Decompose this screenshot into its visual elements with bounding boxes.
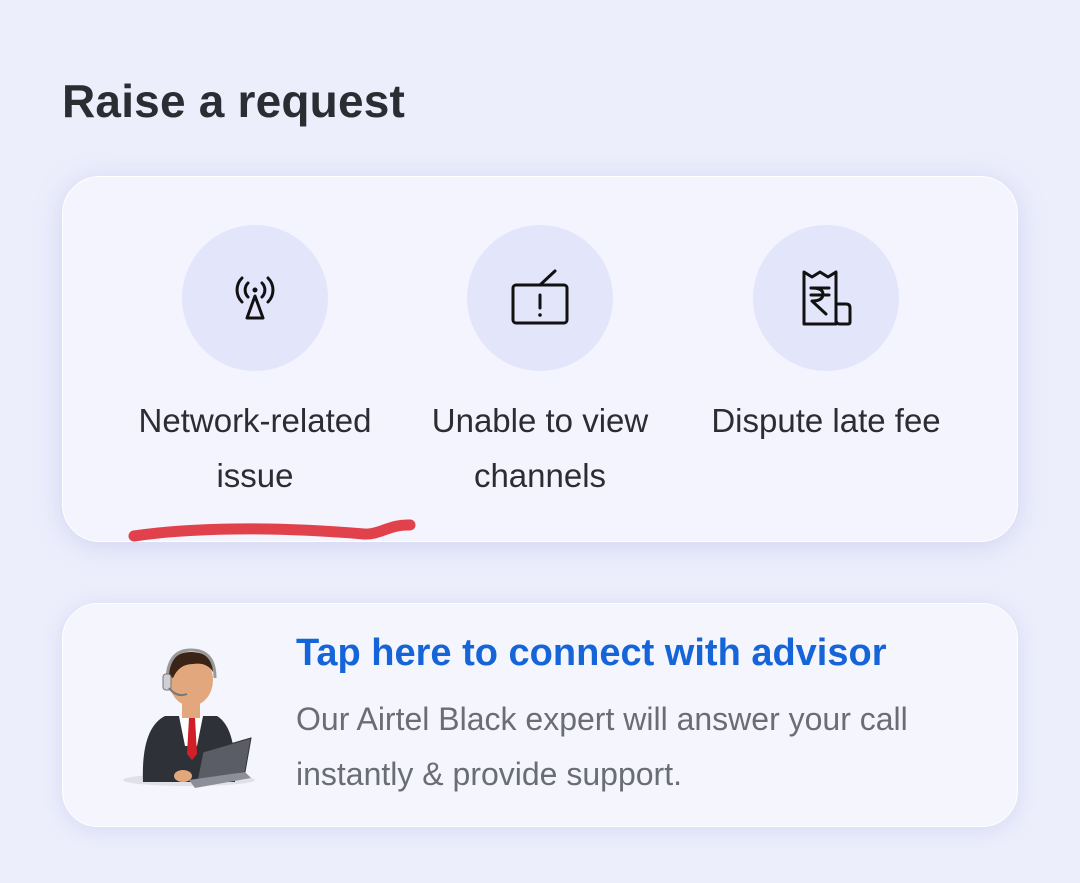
advisor-description: Our Airtel Black expert will answer your… [296, 701, 908, 792]
receipt-icon-circle [753, 225, 899, 371]
option-label: Network-related issue [138, 402, 372, 494]
option-network-related-issue[interactable]: Network-related issue [110, 225, 400, 503]
rupee-receipt-icon [802, 270, 852, 326]
tv-icon-circle [467, 225, 613, 371]
red-underline-annotation [128, 519, 416, 542]
option-unable-to-view-channels[interactable]: Unable to view channels [395, 225, 685, 503]
request-options-card: Network-related issue Unable to view cha… [62, 176, 1018, 542]
option-label: Dispute late fee [711, 402, 941, 439]
connect-advisor-card[interactable]: Tap here to connect with advisor Our Air… [62, 603, 1018, 827]
option-label: Unable to view channels [431, 402, 649, 494]
network-icon-circle [182, 225, 328, 371]
advisor-title-link[interactable]: Tap here to connect with advisor [296, 632, 887, 675]
option-dispute-late-fee[interactable]: Dispute late fee [681, 225, 971, 448]
network-tower-icon [235, 276, 275, 320]
page-title: Raise a request [62, 75, 406, 127]
tv-alert-icon [511, 269, 569, 325]
support-agent-illustration [123, 648, 255, 788]
